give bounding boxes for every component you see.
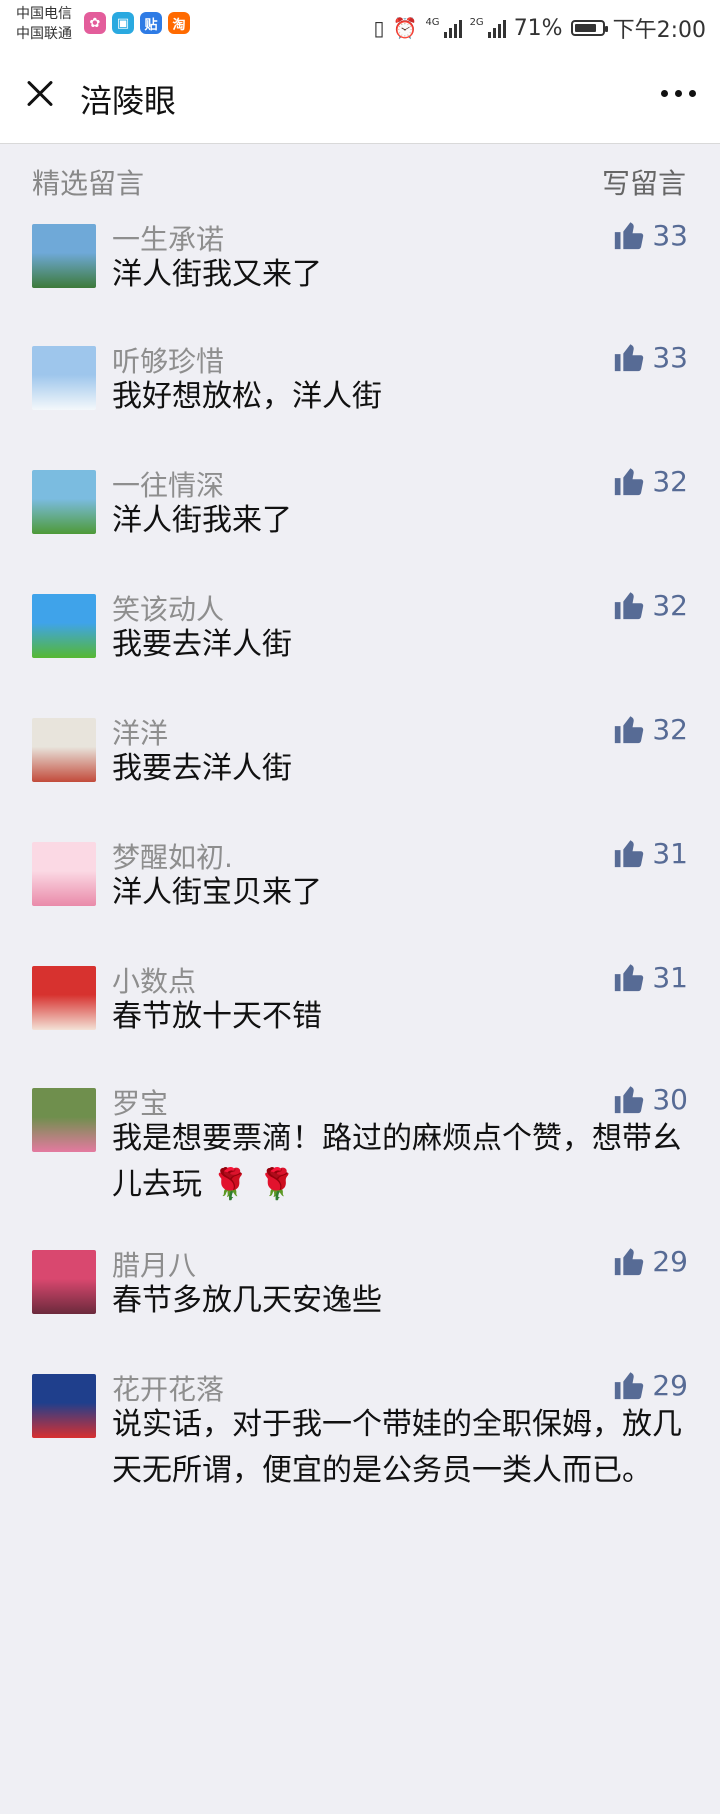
thumbs-up-icon	[612, 588, 646, 622]
like-button[interactable]: 30	[612, 1082, 688, 1116]
thumbs-up-icon	[612, 464, 646, 498]
comment-text: 我是想要票滴！路过的麻烦点个赞，想带幺儿去玩 🌹 🌹	[112, 1121, 682, 1202]
avatar[interactable]	[32, 1250, 96, 1314]
signal-2-icon: 2G	[470, 18, 506, 38]
like-button[interactable]: 33	[612, 340, 688, 374]
status-bar: 中国电信 中国联通 ✿ ▣ 贴淘 ▯ ⏰ 4G 2G 71% 下午2:00	[0, 0, 720, 50]
alarm-icon: ⏰	[392, 16, 418, 40]
notification-app-icons: ✿ ▣ 贴淘	[84, 12, 190, 34]
photos-app-icon: ✿	[84, 12, 106, 34]
comments-section-header: 精选留言 写留言	[0, 144, 720, 214]
like-button[interactable]: 29	[612, 1368, 688, 1402]
like-count: 33	[652, 218, 688, 252]
thumbs-up-icon	[612, 960, 646, 994]
comment-text: 春节多放几天安逸些	[112, 1283, 382, 1318]
tieba-app-icon: 贴	[140, 12, 162, 34]
thumbs-up-icon	[612, 712, 646, 746]
comment-text: 春节放十天不错	[112, 999, 322, 1034]
comment-text: 洋人街我又来了	[112, 257, 322, 292]
thumbs-up-icon	[612, 340, 646, 374]
battery-icon	[570, 20, 608, 36]
avatar[interactable]	[32, 842, 96, 906]
signal-1-icon: 4G	[425, 17, 462, 38]
like-count: 29	[652, 1244, 688, 1278]
close-icon[interactable]	[20, 74, 60, 114]
carrier-info: 中国电信 中国联通	[16, 4, 72, 44]
like-button[interactable]: 33	[612, 218, 688, 252]
store-app-icon: ▣	[112, 12, 134, 34]
avatar[interactable]	[32, 718, 96, 782]
like-count: 31	[652, 836, 688, 870]
network-2-label: 2G	[469, 17, 484, 28]
like-button[interactable]: 32	[612, 588, 688, 622]
clock: 下午2:00	[612, 18, 706, 43]
comment-text: 我要去洋人街	[112, 751, 292, 786]
vibrate-icon: ▯	[373, 16, 385, 40]
taobao-app-icon: 淘	[168, 12, 190, 34]
avatar[interactable]	[32, 594, 96, 658]
featured-comments-title: 精选留言	[32, 167, 145, 200]
like-button[interactable]: 32	[612, 712, 688, 746]
like-count: 31	[652, 960, 688, 994]
nav-bar: 涪陵眼	[0, 50, 720, 144]
thumbs-up-icon	[612, 836, 646, 870]
carrier-2: 中国联通	[16, 26, 72, 42]
like-count: 33	[652, 340, 688, 374]
more-options-icon[interactable]	[661, 90, 696, 97]
write-comment-link[interactable]: 写留言	[602, 162, 686, 202]
avatar[interactable]	[32, 1088, 96, 1152]
avatar[interactable]	[32, 966, 96, 1030]
avatar[interactable]	[32, 1374, 96, 1438]
network-1-label: 4G	[425, 17, 440, 28]
like-button[interactable]: 32	[612, 464, 688, 498]
like-count: 32	[652, 712, 688, 746]
avatar[interactable]	[32, 224, 96, 288]
battery-percent: 71%	[513, 15, 563, 41]
comment-text: 洋人街宝贝来了	[112, 875, 322, 910]
thumbs-up-icon	[612, 1244, 646, 1278]
status-indicators: ▯ ⏰ 4G 2G 71% 下午2:00	[374, 12, 706, 44]
comment-text: 洋人街我来了	[112, 503, 292, 538]
like-button[interactable]: 31	[612, 960, 688, 994]
comment-text: 我好想放松，洋人街	[112, 379, 382, 414]
thumbs-up-icon	[612, 1082, 646, 1116]
like-button[interactable]: 29	[612, 1244, 688, 1278]
like-count: 30	[652, 1082, 688, 1116]
carrier-1: 中国电信	[16, 6, 72, 22]
avatar[interactable]	[32, 470, 96, 534]
like-count: 32	[652, 464, 688, 498]
thumbs-up-icon	[612, 1368, 646, 1402]
like-count: 32	[652, 588, 688, 622]
like-button[interactable]: 31	[612, 836, 688, 870]
avatar[interactable]	[32, 346, 96, 410]
thumbs-up-icon	[612, 218, 646, 252]
comment-text: 说实话，对于我一个带娃的全职保姆，放几天无所谓，便宜的是公务员一类人而已。	[112, 1407, 682, 1488]
page-title: 涪陵眼	[80, 82, 177, 120]
comment-text: 我要去洋人街	[112, 627, 292, 662]
like-count: 29	[652, 1368, 688, 1402]
